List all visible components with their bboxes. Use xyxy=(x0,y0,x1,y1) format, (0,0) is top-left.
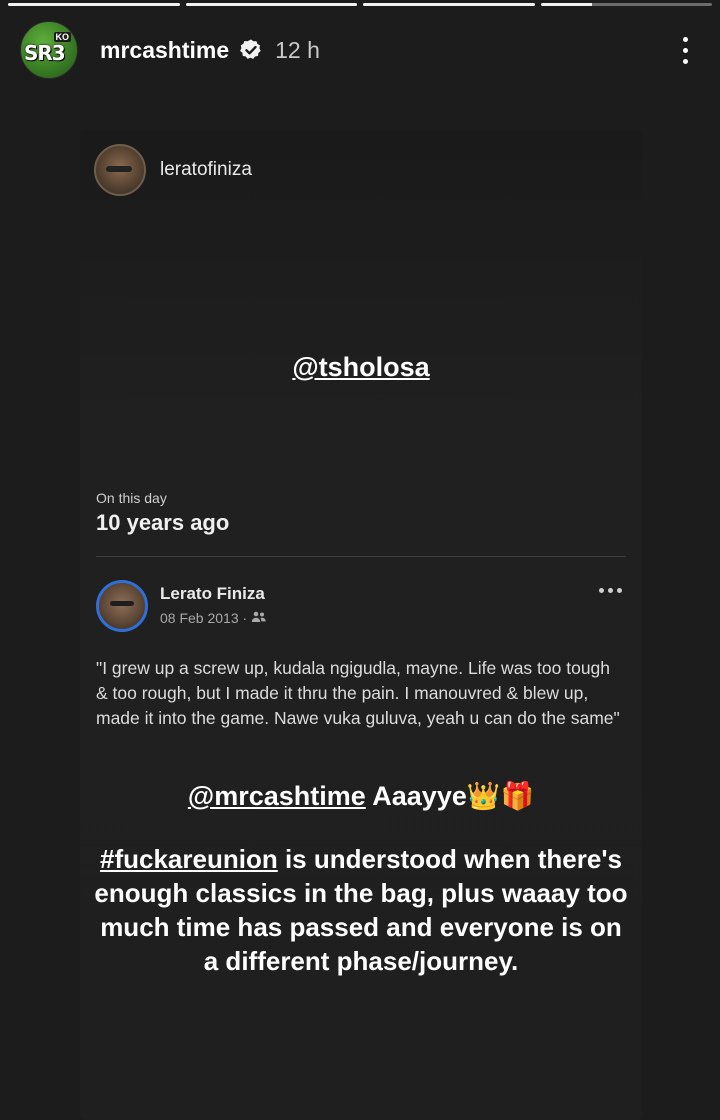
progress-segment xyxy=(363,3,535,6)
story-header: KO SR3 mrcashtime 12 h xyxy=(20,20,700,80)
memory-time: 10 years ago xyxy=(96,510,230,535)
shared-post-username[interactable]: leratofiniza xyxy=(160,159,252,181)
fb-avatar[interactable] xyxy=(96,580,148,632)
more-vertical-icon[interactable] xyxy=(670,30,700,70)
fb-post-text: "I grew up a screw up, kudala ngigudla, … xyxy=(96,658,620,728)
avatar-logo: SR3 xyxy=(24,41,66,65)
story-progress-bar xyxy=(8,3,712,6)
caption-hashtag[interactable]: #fuckareunion xyxy=(100,844,278,874)
fb-post-date: 08 Feb 2013 · xyxy=(160,610,248,626)
story-username[interactable]: mrcashtime xyxy=(100,37,229,64)
fb-author-name[interactable]: Lerato Finiza xyxy=(160,584,267,604)
progress-segment xyxy=(540,3,712,6)
divider xyxy=(96,556,626,557)
caption-mention[interactable]: @mrcashtime xyxy=(188,781,366,811)
shared-post-avatar[interactable] xyxy=(94,144,146,196)
more-horizontal-icon[interactable] xyxy=(595,584,626,597)
verified-badge-icon xyxy=(239,38,263,62)
progress-segment xyxy=(8,3,180,6)
mention-link[interactable]: @tsholosa xyxy=(80,352,642,383)
shared-post-header: leratofiniza xyxy=(94,144,252,196)
story-caption-body: #fuckareunion is understood when there's… xyxy=(90,842,632,978)
story-caption-line1: @mrcashtime Aaayye👑🎁 xyxy=(80,780,642,812)
avatar[interactable]: KO SR3 xyxy=(20,21,78,79)
memory-post: Lerato Finiza 08 Feb 2013 · "I grew up a xyxy=(96,580,626,731)
caption-line1-text: Aaayye👑🎁 xyxy=(365,781,535,811)
story-timestamp: 12 h xyxy=(275,36,320,63)
shared-post-card[interactable]: leratofiniza @tsholosa On this day 10 ye… xyxy=(80,130,642,1120)
memory-label: On this day xyxy=(96,490,167,506)
friends-icon xyxy=(251,610,267,626)
progress-segment xyxy=(185,3,357,6)
